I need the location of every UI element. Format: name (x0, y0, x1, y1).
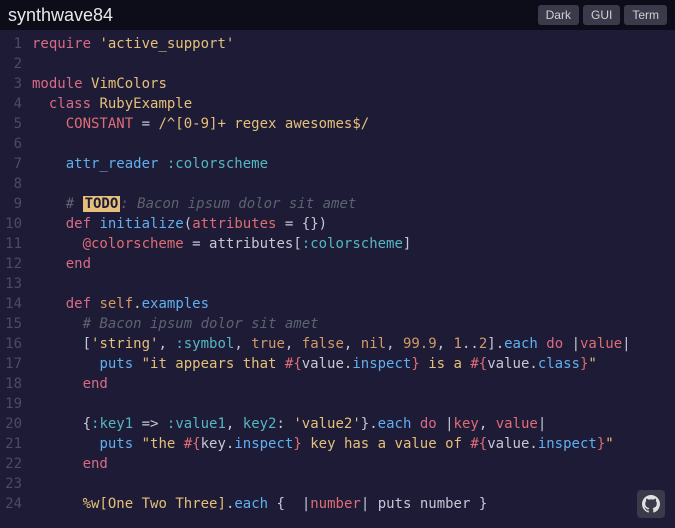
code-line: @colorscheme = attributes[:colorscheme] (32, 234, 675, 254)
code-line: puts "the #{key.inspect} key has a value… (32, 434, 675, 454)
line-number: 7 (0, 154, 32, 174)
line-number: 16 (0, 334, 32, 354)
code-line: module VimColors (32, 74, 675, 94)
line-number: 5 (0, 114, 32, 134)
code-line: attr_reader :colorscheme (32, 154, 675, 174)
line-number: 4 (0, 94, 32, 114)
line-number: 22 (0, 454, 32, 474)
line-number: 24 (0, 494, 32, 514)
line-number: 3 (0, 74, 32, 94)
line-number: 12 (0, 254, 32, 274)
line-number: 18 (0, 374, 32, 394)
line-number: 13 (0, 274, 32, 294)
code-line: CONSTANT = /^[0-9]+ regex awesomes$/ (32, 114, 675, 134)
code-line: %w[One Two Three].each { |number| puts n… (32, 494, 675, 514)
dark-button[interactable]: Dark (538, 5, 579, 25)
code-line: def initialize(attributes = {}) (32, 214, 675, 234)
header: synthwave84 Dark GUI Term (0, 0, 675, 30)
line-number: 9 (0, 194, 32, 214)
code-line: puts "it appears that #{value.inspect} i… (32, 354, 675, 374)
code-line: def self.examples (32, 294, 675, 314)
code-line: require 'active_support' (32, 34, 675, 54)
line-number: 23 (0, 474, 32, 494)
code-line: end (32, 374, 675, 394)
line-number: 2 (0, 54, 32, 74)
code-line: # TODO: Bacon ipsum dolor sit amet (32, 194, 675, 214)
header-buttons: Dark GUI Term (538, 5, 667, 25)
line-number: 8 (0, 174, 32, 194)
line-number: 10 (0, 214, 32, 234)
theme-title: synthwave84 (8, 5, 113, 26)
line-number: 15 (0, 314, 32, 334)
code-line: # Bacon ipsum dolor sit amet (32, 314, 675, 334)
line-number: 20 (0, 414, 32, 434)
gui-button[interactable]: GUI (583, 5, 620, 25)
code-line: class RubyExample (32, 94, 675, 114)
line-number: 14 (0, 294, 32, 314)
todo-highlight: TODO (83, 196, 121, 212)
code-editor[interactable]: 1require 'active_support' 2 3module VimC… (0, 30, 675, 528)
code-line: ['string', :symbol, true, false, nil, 99… (32, 334, 675, 354)
code-line: end (32, 454, 675, 474)
line-number: 17 (0, 354, 32, 374)
line-number: 1 (0, 34, 32, 54)
code-line: end (32, 254, 675, 274)
github-button[interactable] (637, 490, 665, 518)
code-line: {:key1 => :value1, key2: 'value2'}.each … (32, 414, 675, 434)
line-number: 19 (0, 394, 32, 414)
line-number: 6 (0, 134, 32, 154)
line-number: 11 (0, 234, 32, 254)
line-number: 21 (0, 434, 32, 454)
github-icon (642, 495, 660, 513)
term-button[interactable]: Term (624, 5, 667, 25)
